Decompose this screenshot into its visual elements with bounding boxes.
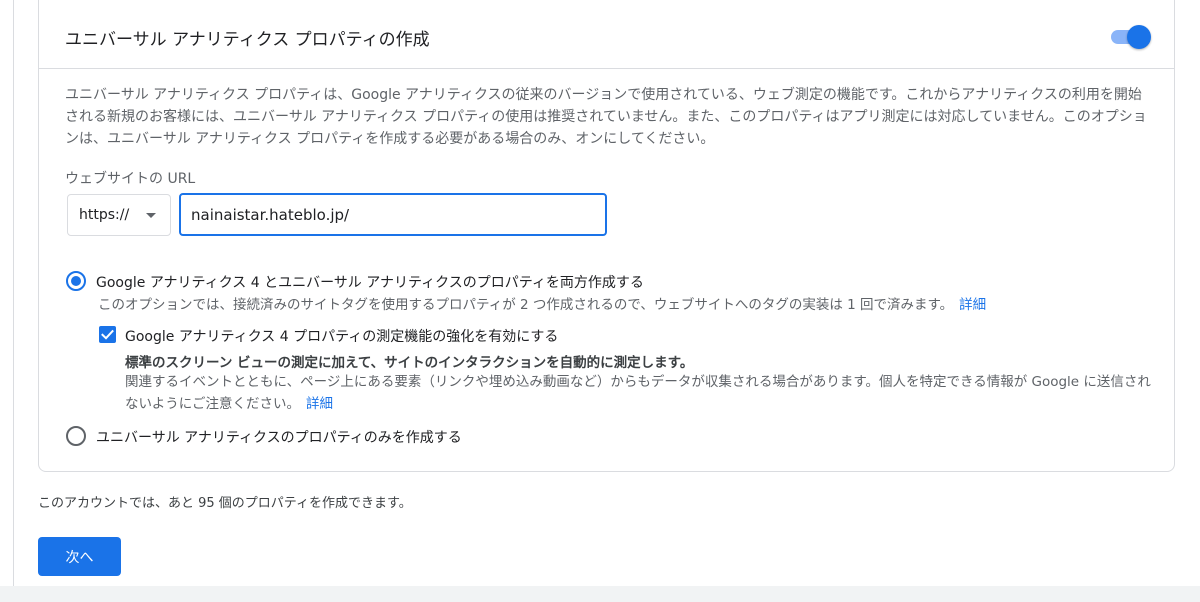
option-create-both-label[interactable]: Google アナリティクス 4 とユニバーサル アナリティクスのプロパティを両… — [96, 272, 644, 292]
option-create-both-help-text: このオプションでは、接続済みのサイトタグを使用するプロパティが 2 つ作成される… — [98, 297, 954, 313]
dropdown-arrow-icon — [146, 213, 156, 218]
enhanced-measurement-label[interactable]: Google アナリティクス 4 プロパティの測定機能の強化を有効にする — [125, 326, 558, 346]
card-description: ユニバーサル アナリティクス プロパティは、Google アナリティクスの従来の… — [65, 87, 1147, 147]
radio-create-both[interactable] — [66, 271, 86, 291]
details-link-enhanced[interactable]: 詳細 — [306, 396, 333, 412]
check-icon — [101, 329, 114, 340]
option-create-both-help: このオプションでは、接続済みのサイトタグを使用するプロパティが 2 つ作成される… — [98, 293, 986, 313]
ua-property-toggle[interactable] — [1111, 25, 1151, 49]
radio-ua-only[interactable] — [66, 426, 86, 446]
protocol-dropdown[interactable]: https:// — [67, 194, 171, 236]
website-url-label: ウェブサイトの URL — [65, 171, 196, 187]
enhanced-measurement-checkbox[interactable] — [99, 326, 116, 343]
card-title: ユニバーサル アナリティクス プロパティの作成 — [65, 30, 430, 50]
option-ua-only-label[interactable]: ユニバーサル アナリティクスのプロパティのみを作成する — [96, 427, 462, 447]
details-link-both[interactable]: 詳細 — [959, 297, 986, 313]
card-header: ユニバーサル アナリティクス プロパティの作成 — [39, 0, 1174, 69]
website-url-input[interactable] — [179, 193, 607, 236]
bottom-band — [0, 586, 1200, 602]
enhanced-measurement-description-text: 関連するイベントとともに、ページ上にある要素（リンクや埋め込み動画など）からもデ… — [125, 374, 1151, 412]
enhanced-measurement-summary: 標準のスクリーン ビューの測定に加えて、サイトのインタラクションを自動的に測定し… — [125, 355, 694, 371]
ua-property-card: ユニバーサル アナリティクス プロパティの作成 ユニバーサル アナリティクス プ… — [38, 0, 1175, 472]
protocol-value: https:// — [79, 207, 130, 223]
toggle-thumb — [1127, 25, 1151, 49]
next-button[interactable]: 次へ — [38, 537, 121, 576]
page: ユニバーサル アナリティクス プロパティの作成 ユニバーサル アナリティクス プ… — [0, 0, 1200, 602]
enhanced-measurement-description: 関連するイベントとともに、ページ上にある要素（リンクや埋め込み動画など）からもデ… — [125, 371, 1155, 415]
remaining-properties-text: このアカウントでは、あと 95 個のプロパティを作成できます。 — [38, 496, 412, 511]
left-divider — [13, 0, 14, 586]
